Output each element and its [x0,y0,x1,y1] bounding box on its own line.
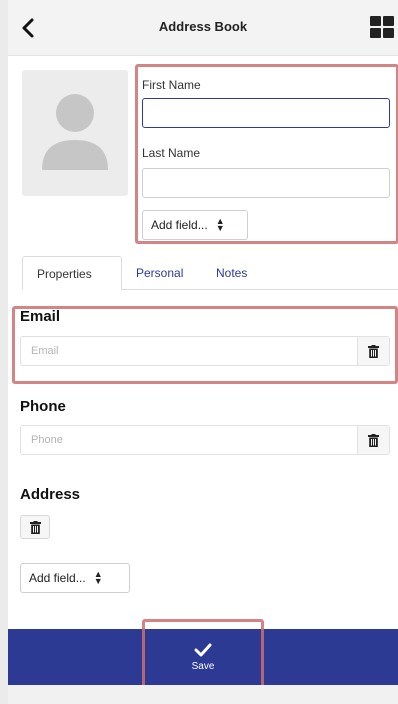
delete-phone-button[interactable] [357,426,389,454]
email-row [20,336,390,366]
grid-icon [383,16,394,26]
sort-arrows-icon: ▲ ▼ [93,569,103,586]
phone-row [20,425,390,455]
address-heading: Address [20,486,81,503]
add-field-label: Add field... [151,218,208,232]
trash-icon [368,344,379,358]
first-name-field[interactable] [142,98,390,128]
delete-address-button[interactable] [20,515,50,539]
email-field[interactable] [21,337,357,365]
grid-icon [370,16,381,26]
tab-personal[interactable]: Personal [122,256,197,290]
add-field-select[interactable]: Add field... ▲ ▼ [142,210,248,240]
save-button[interactable]: Save [8,629,398,685]
avatar[interactable] [22,70,128,196]
tab-bar: Properties Personal Notes [22,256,398,290]
grid-icon [383,28,394,38]
first-name-label: First Name [142,78,201,92]
phone-field[interactable] [21,426,357,454]
app-frame: Address Book First Name Last Name Add fi… [8,0,398,704]
bottom-strip [8,685,398,704]
last-name-field[interactable] [142,168,390,198]
name-form: First Name Last Name Add field... ▲ ▼ [138,66,398,244]
address-add-field-select[interactable]: Add field... ▲ ▼ [20,563,130,593]
person-icon [42,94,108,170]
app-header: Address Book [8,0,398,56]
grid-icon [370,28,381,38]
trash-icon [368,433,379,447]
phone-heading: Phone [20,398,66,415]
email-heading: Email [20,308,61,325]
trash-icon [29,520,41,534]
page-title: Address Book [158,19,248,34]
checkmark-icon [194,643,212,656]
tab-notes[interactable]: Notes [202,256,261,290]
last-name-label: Last Name [142,146,201,160]
save-label: Save [191,660,215,672]
add-field-label: Add field... [29,571,86,585]
tab-properties[interactable]: Properties [22,256,122,290]
grid-menu-button[interactable] [370,16,394,38]
sort-arrows-icon: ▲ ▼ [215,216,225,233]
delete-email-button[interactable] [357,337,389,365]
